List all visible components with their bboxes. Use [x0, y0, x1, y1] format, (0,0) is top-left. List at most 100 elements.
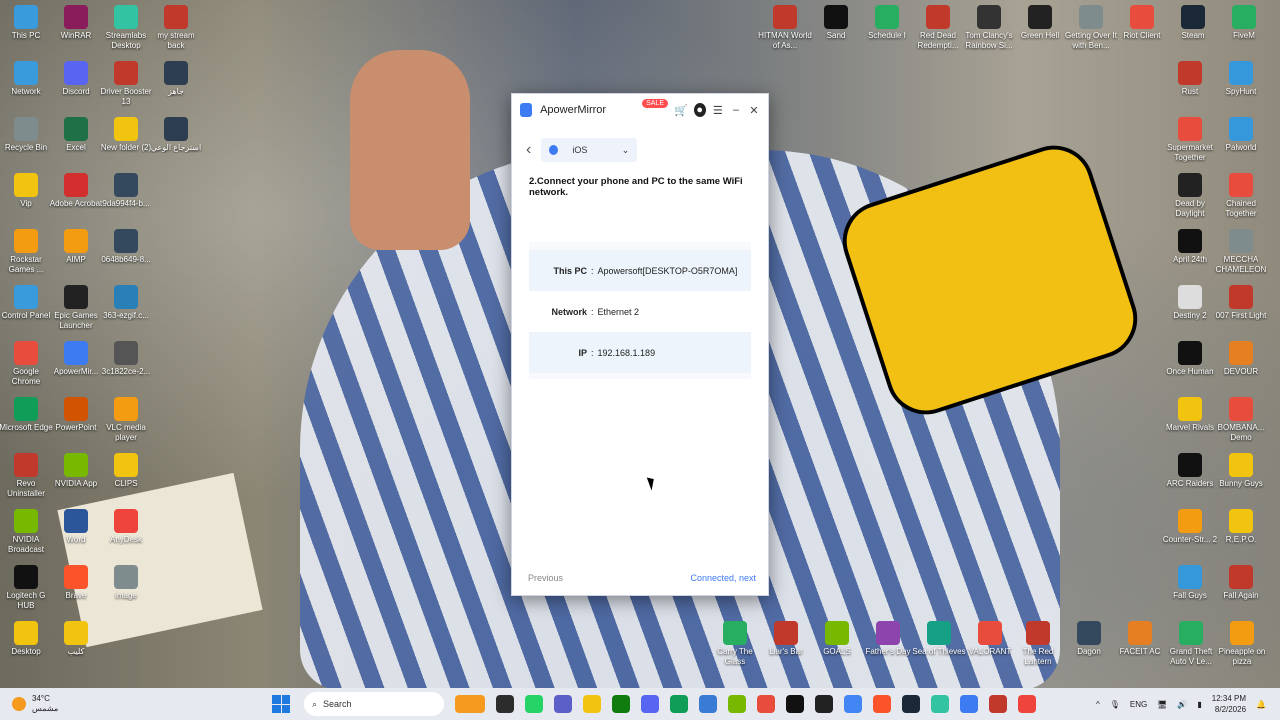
desktop-icon[interactable]: Getting Over It with Ben...	[1063, 5, 1119, 51]
desktop-icon[interactable]: Recycle Bin	[0, 117, 54, 153]
desktop-icon[interactable]: GOALS	[809, 621, 865, 657]
desktop-icon[interactable]: Pineapple on pizza	[1214, 621, 1270, 667]
desktop-icon[interactable]: This PC	[0, 5, 54, 41]
clock[interactable]: 12:34 PM 8/2/2026	[1212, 693, 1246, 715]
chevron-up-icon[interactable]: ^	[1096, 700, 1100, 709]
window-titlebar[interactable]: ApowerMirror SALE 🛒 ● ☰ – ✕	[512, 94, 768, 126]
desktop-icon[interactable]: Network	[0, 61, 54, 97]
desktop-icon[interactable]: Red Dead Redempti...	[910, 5, 966, 51]
taskbar-app-icon[interactable]	[554, 695, 572, 713]
desktop-icon[interactable]: Revo Uninstaller	[0, 453, 54, 499]
taskbar-app-icon[interactable]	[873, 695, 891, 713]
desktop-icon[interactable]: Fall Again	[1213, 565, 1269, 601]
taskbar-app-icon[interactable]	[670, 695, 688, 713]
language-indicator[interactable]: ENG	[1130, 700, 1147, 709]
desktop-icon[interactable]: Sea of Thieves	[911, 621, 967, 657]
desktop-icon[interactable]: MECCHA CHAMELEON	[1213, 229, 1269, 275]
desktop-icon[interactable]: AIMP	[48, 229, 104, 265]
taskbar-app-icon[interactable]	[960, 695, 978, 713]
desktop-icon[interactable]: Sand	[808, 5, 864, 41]
taskbar-app-icon[interactable]	[612, 695, 630, 713]
desktop-icon[interactable]: Marvel Rivals	[1162, 397, 1218, 433]
desktop-icon[interactable]: DEVOUR	[1213, 341, 1269, 377]
desktop-icon[interactable]: Microsoft Edge	[0, 397, 54, 433]
desktop-icon[interactable]: Supermarket Together	[1162, 117, 1218, 163]
desktop-icon[interactable]: FiveM	[1216, 5, 1272, 41]
desktop-icon[interactable]: AnyDesk	[98, 509, 154, 545]
desktop-icon[interactable]: Rockstar Games ...	[0, 229, 54, 275]
desktop-icon[interactable]: Streamlabs Desktop	[98, 5, 154, 51]
desktop-icon[interactable]: PowerPoint	[48, 397, 104, 433]
avatar-icon[interactable]: ●	[693, 103, 706, 117]
desktop-icon[interactable]: استرجاع الوعي	[148, 117, 204, 153]
desktop-icon[interactable]: image	[98, 565, 154, 601]
volume-icon[interactable]: 🔊	[1177, 700, 1187, 709]
taskbar-app-icon[interactable]	[525, 695, 543, 713]
desktop-icon[interactable]: Word	[48, 509, 104, 545]
desktop-icon[interactable]: Vip	[0, 173, 54, 209]
desktop-icon[interactable]: my stream back	[148, 5, 204, 51]
taskbar-app-icon[interactable]	[455, 695, 485, 713]
taskbar-app-icon[interactable]	[815, 695, 833, 713]
desktop-icon[interactable]: Control Panel	[0, 285, 54, 321]
desktop-icon[interactable]: Green Hell	[1012, 5, 1068, 41]
desktop-icon[interactable]: NVIDIA Broadcast	[0, 509, 54, 555]
desktop-icon[interactable]: Bunny Guys	[1213, 453, 1269, 489]
desktop-icon[interactable]: BOMBANA... Demo	[1213, 397, 1269, 443]
desktop-icon[interactable]: Destiny 2	[1162, 285, 1218, 321]
desktop-icon[interactable]: 0648b649-8...	[98, 229, 154, 265]
back-arrow-icon[interactable]: ‹	[526, 141, 531, 159]
desktop-icon[interactable]: Father's Day	[860, 621, 916, 657]
desktop-icon[interactable]: WinRAR	[48, 5, 104, 41]
desktop-icon[interactable]: Logitech G HUB	[0, 565, 54, 611]
taskbar-app-icon[interactable]	[641, 695, 659, 713]
desktop-icon[interactable]: 9da994f4-b...	[98, 173, 154, 209]
desktop-icon[interactable]: Discord	[48, 61, 104, 97]
desktop-icon[interactable]: Driver Booster 13	[98, 61, 154, 107]
device-type-dropdown[interactable]: iOS ⌄	[541, 138, 638, 162]
desktop-icon[interactable]: Rust	[1162, 61, 1218, 97]
desktop-icon[interactable]: R.E.P.O.	[1213, 509, 1269, 545]
minimize-icon[interactable]: –	[730, 103, 742, 117]
desktop-icon[interactable]: Google Chrome	[0, 341, 54, 387]
taskbar-app-icon[interactable]	[931, 695, 949, 713]
menu-icon[interactable]: ☰	[712, 103, 724, 117]
cart-icon[interactable]: 🛒	[674, 103, 688, 117]
desktop-icon[interactable]: Desktop	[0, 621, 54, 657]
taskbar-app-icon[interactable]	[699, 695, 717, 713]
desktop-icon[interactable]: Grand Theft Auto V Le...	[1163, 621, 1219, 667]
taskbar-app-icon[interactable]	[844, 695, 862, 713]
taskbar-search[interactable]: ⌕ Search	[304, 692, 444, 716]
desktop-icon[interactable]: NVIDIA App	[48, 453, 104, 489]
desktop-icon[interactable]: Counter-Str... 2	[1162, 509, 1218, 545]
desktop-icon[interactable]: Adobe Acrobat	[48, 173, 104, 209]
desktop-icon[interactable]: Excel	[48, 117, 104, 153]
taskbar-app-icon[interactable]	[1018, 695, 1036, 713]
desktop-icon[interactable]: Chained Together	[1213, 173, 1269, 219]
battery-icon[interactable]: ▮	[1197, 700, 1201, 709]
desktop-icon[interactable]: جاهز	[148, 61, 204, 97]
taskbar-app-icon[interactable]	[989, 695, 1007, 713]
desktop-icon[interactable]: Schedule I	[859, 5, 915, 41]
desktop-icon[interactable]: Dagon	[1061, 621, 1117, 657]
close-icon[interactable]: ✕	[748, 103, 760, 117]
desktop-icon[interactable]: CLIPS	[98, 453, 154, 489]
desktop-icon[interactable]: Brave	[48, 565, 104, 601]
taskbar-app-icon[interactable]	[728, 695, 746, 713]
windows-start-icon[interactable]	[272, 695, 290, 713]
desktop-icon[interactable]: The Red Lantern	[1010, 621, 1066, 667]
sale-badge[interactable]: SALE	[642, 98, 668, 108]
desktop-icon[interactable]: April 24th	[1162, 229, 1218, 265]
taskbar-app-icon[interactable]	[757, 695, 775, 713]
desktop-icon[interactable]: كليب	[48, 621, 104, 657]
connected-next-button[interactable]: Connected, next	[690, 573, 756, 583]
taskbar-app-icon[interactable]	[496, 695, 514, 713]
desktop-icon[interactable]: Liar's Bar	[758, 621, 814, 657]
desktop-icon[interactable]: Dead by Daylight	[1162, 173, 1218, 219]
desktop-icon[interactable]: Epic Games Launcher	[48, 285, 104, 331]
desktop-icon[interactable]: Tom Clancy's Rainbow Si...	[961, 5, 1017, 51]
desktop-icon[interactable]: Palworld	[1213, 117, 1269, 153]
desktop-icon[interactable]: ARC Raiders	[1162, 453, 1218, 489]
desktop-icon[interactable]: New folder (2)	[98, 117, 154, 153]
desktop-icon[interactable]: Once Human	[1162, 341, 1218, 377]
